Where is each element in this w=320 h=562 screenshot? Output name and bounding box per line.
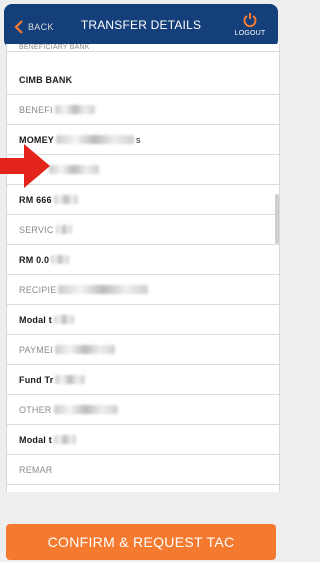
beneficiary-name-suffix: s	[136, 134, 141, 145]
bank-name-value: CIMB BANK	[19, 74, 73, 85]
recipient-reference-value: Modal t	[19, 314, 52, 325]
beneficiary-bank-label: BENEFICIARY BANK	[19, 44, 90, 51]
detail-label: REMAR	[7, 455, 279, 485]
beneficiary-label: BENEFI	[19, 104, 53, 115]
detail-label: SERVIC	[7, 215, 279, 245]
amount-value: RM 666	[19, 194, 52, 205]
scrollbar[interactable]	[275, 194, 279, 244]
detail-label: OTHER	[7, 395, 279, 425]
detail-value: Fund Tr	[7, 365, 279, 395]
redacted-text	[49, 165, 99, 174]
recipient-reference-label: RECIPIE	[19, 284, 57, 295]
logout-button[interactable]: LOGOUT	[230, 12, 270, 37]
remarks-label: REMAR	[19, 464, 53, 475]
redacted-text	[53, 405, 118, 414]
redacted-text	[53, 315, 74, 324]
detail-label: BENEFI	[7, 95, 279, 125]
redacted-text	[54, 105, 95, 114]
redacted-text	[53, 195, 78, 204]
redacted-text	[55, 225, 72, 234]
detail-label: BENEFICIARY BANK	[7, 44, 279, 52]
detail-value: Modal t	[7, 425, 279, 455]
transfer-details-panel: BENEFICIARY BANK CIMB BANK BENEFI MOMEY …	[6, 44, 280, 492]
power-icon	[243, 13, 257, 28]
redacted-text	[54, 345, 115, 354]
top-bar: BACK TRANSFER DETAILS LOGOUT	[4, 4, 278, 48]
other-details-value: Modal t	[19, 434, 52, 445]
logout-label: LOGOUT	[234, 30, 266, 37]
confirm-request-tac-button[interactable]: CONFIRM & REQUEST TAC	[6, 524, 276, 560]
redacted-text	[51, 255, 70, 264]
annotation-arrow-icon	[0, 144, 50, 188]
redacted-text	[55, 375, 86, 384]
detail-value: CIMB BANK	[7, 65, 279, 95]
other-details-label: OTHER	[19, 404, 52, 415]
service-charge-label: SERVIC	[19, 224, 54, 235]
redacted-text	[53, 435, 76, 444]
redacted-text	[58, 285, 149, 294]
service-charge-value: RM 0.0	[19, 254, 50, 265]
redacted-text	[56, 135, 135, 144]
detail-label: RECIPIE	[7, 275, 279, 305]
payment-type-label: PAYMEI	[19, 344, 53, 355]
detail-value: Modal t	[7, 305, 279, 335]
detail-label: PAYMEI	[7, 335, 279, 365]
detail-value: RM 0.0	[7, 245, 279, 275]
payment-type-value: Fund Tr	[19, 374, 54, 385]
